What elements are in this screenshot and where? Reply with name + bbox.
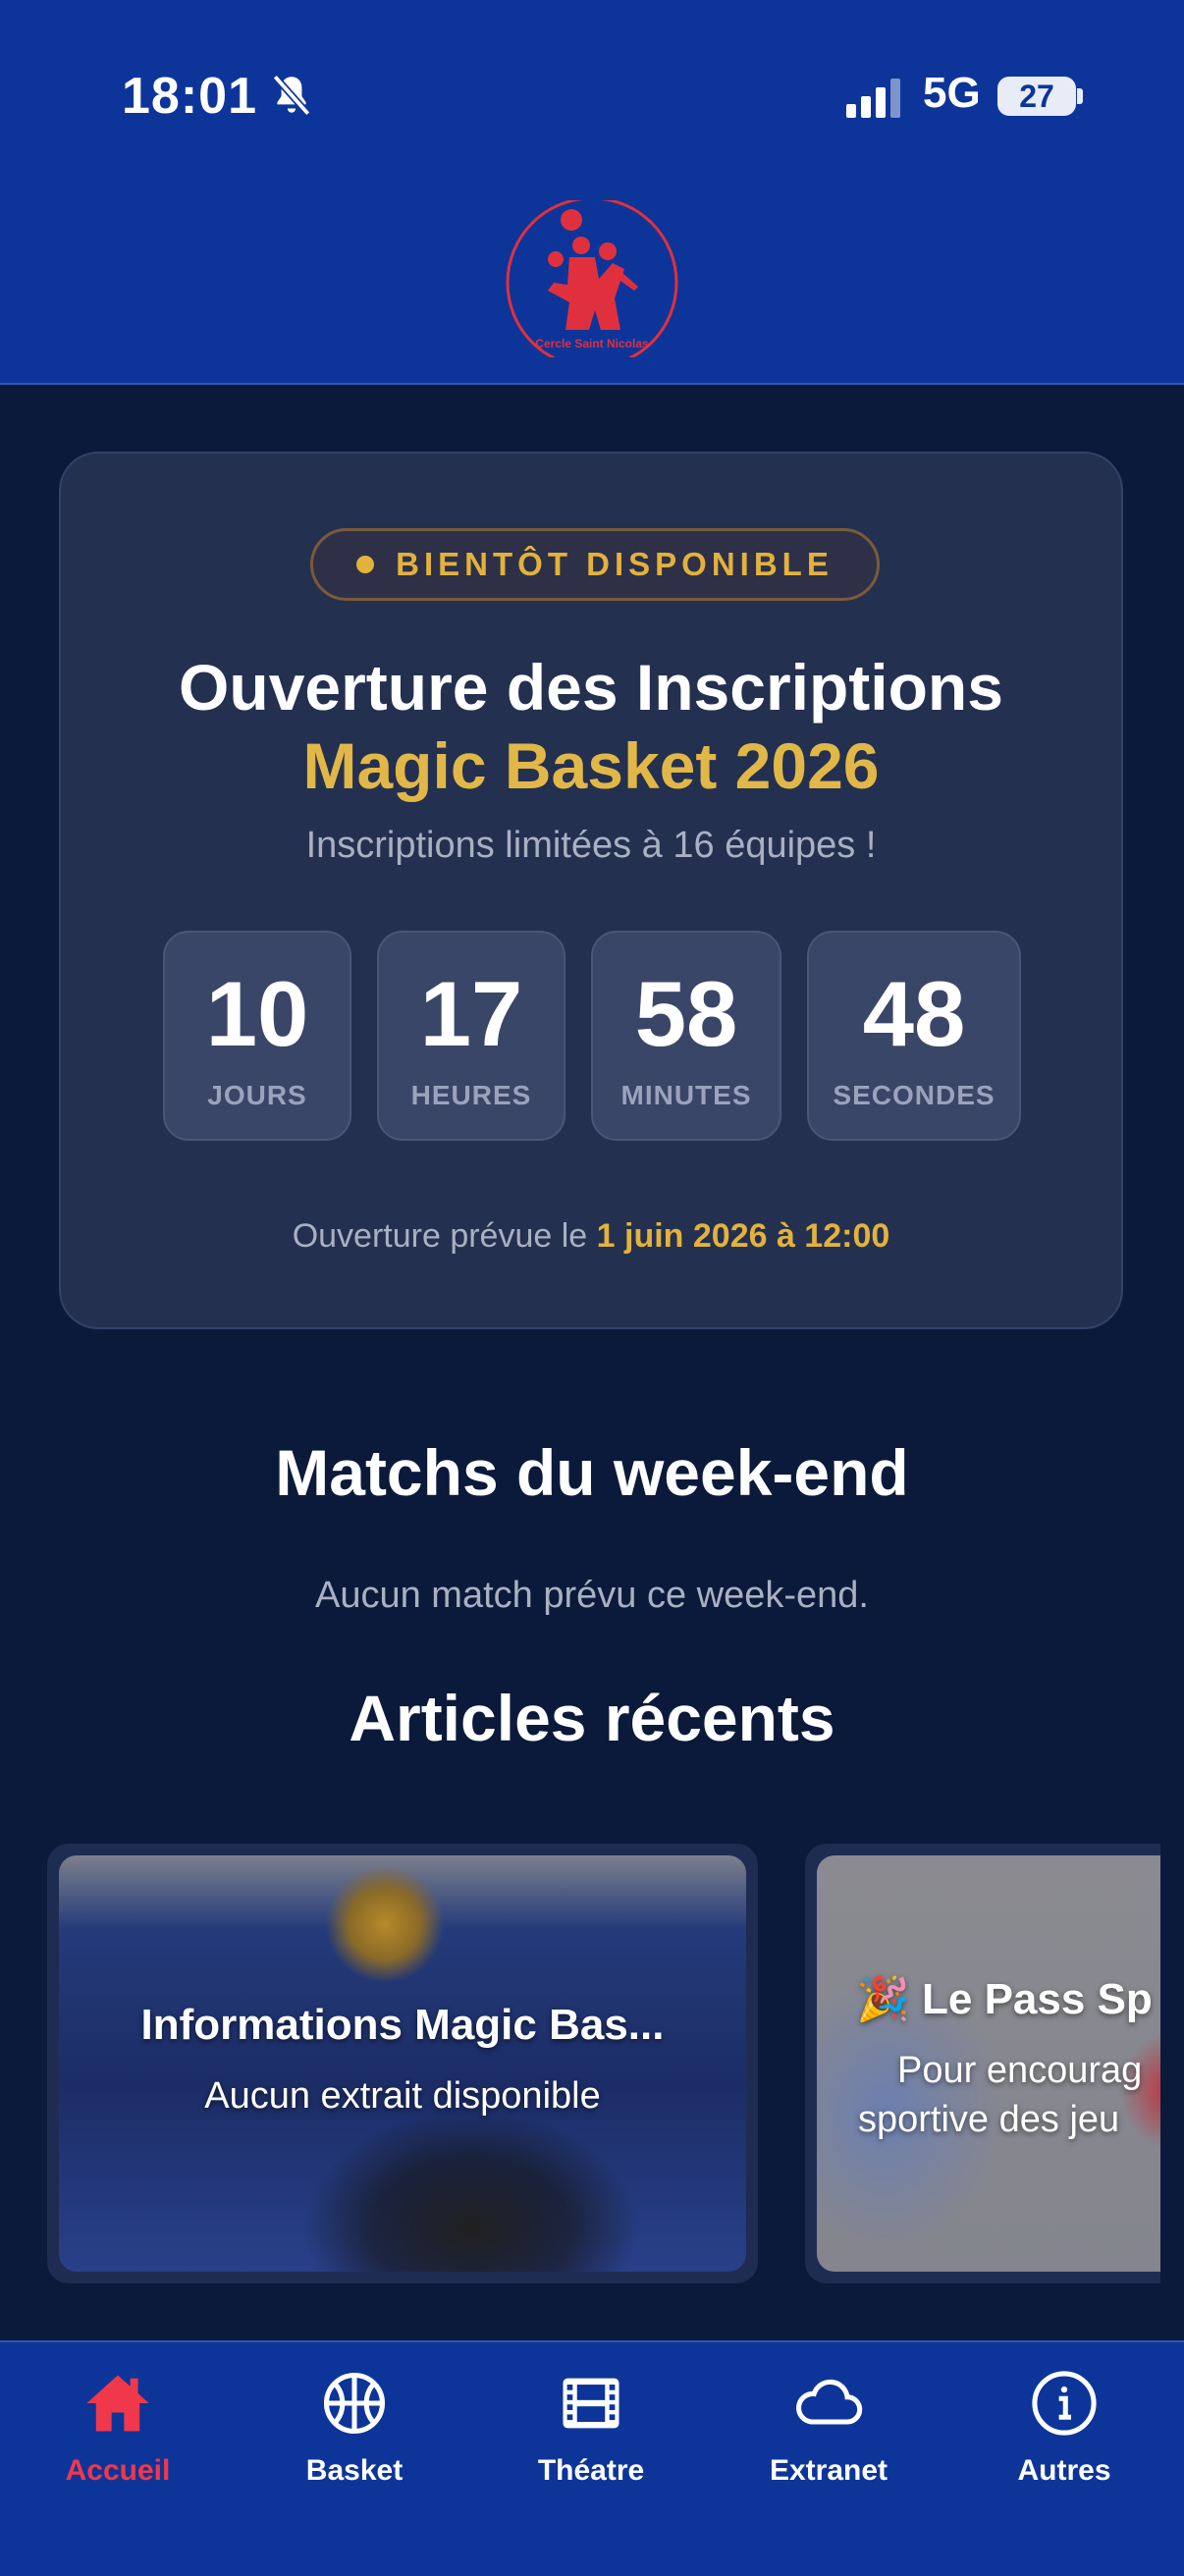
card-title: Ouverture des Inscriptions bbox=[179, 651, 1003, 724]
badge-dot bbox=[356, 556, 375, 573]
countdown-hours: 17 HEURES bbox=[377, 931, 565, 1141]
article-card[interactable]: 🎉 Le Pass Sp Pour encourag sportive des … bbox=[805, 1844, 1160, 2283]
info-icon bbox=[1032, 2371, 1097, 2436]
logo-text: Cercle Saint Nicolas bbox=[535, 337, 649, 350]
nav-label: Théatre bbox=[537, 2454, 645, 2487]
club-logo: Cercle Saint Nicolas bbox=[506, 200, 678, 357]
article-title: Informations Magic Bas... bbox=[140, 2001, 665, 2049]
countdown-unit: SECONDES bbox=[833, 1080, 996, 1110]
nav-label: Basket bbox=[305, 2454, 404, 2487]
countdown-unit: JOURS bbox=[207, 1080, 307, 1110]
countdown-unit: MINUTES bbox=[620, 1080, 752, 1110]
countdown-value: 48 bbox=[862, 962, 966, 1065]
nav-label: Accueil bbox=[65, 2454, 171, 2487]
article-excerpt: Aucun extrait disponible bbox=[204, 2075, 601, 2117]
battery-icon: 27 bbox=[997, 77, 1076, 116]
article-excerpt-line: Pour encourag bbox=[897, 2050, 1143, 2091]
opening-date: Ouverture prévue le 1 juin 2026 à 12:00 bbox=[61, 1217, 1121, 1256]
article-excerpt-line: sportive des jeu bbox=[858, 2099, 1120, 2140]
signal-icon bbox=[846, 79, 900, 118]
cloud-icon bbox=[796, 2379, 863, 2425]
nav-label: Extranet bbox=[769, 2454, 888, 2487]
countdown-days: 10 JOURS bbox=[163, 931, 351, 1141]
registration-countdown-card: BIENTÔT DISPONIBLE Ouverture des Inscrip… bbox=[59, 452, 1123, 1329]
nav-tab-basket[interactable]: Basket bbox=[256, 2366, 453, 2488]
status-badge: BIENTÔT DISPONIBLE bbox=[310, 528, 880, 601]
article-title: 🎉 Le Pass Sp bbox=[856, 1975, 1153, 2023]
countdown-value: 10 bbox=[205, 962, 309, 1065]
nav-tab-accueil[interactable]: Accueil bbox=[20, 2366, 216, 2488]
app-header: 18:01 5G 27 Cercle Saint Nicolas bbox=[0, 0, 1184, 385]
home-icon bbox=[86, 2375, 149, 2432]
opening-date-value: 1 juin 2026 à 12:00 bbox=[596, 1217, 890, 1255]
nav-tab-extranet[interactable]: Extranet bbox=[730, 2366, 927, 2488]
countdown-value: 58 bbox=[634, 962, 738, 1065]
network-label: 5G bbox=[923, 69, 981, 117]
battery-level: 27 bbox=[1019, 79, 1054, 114]
countdown-value: 17 bbox=[419, 962, 523, 1065]
countdown-unit: HEURES bbox=[410, 1080, 532, 1110]
opening-date-prefix: Ouverture prévue le bbox=[292, 1217, 597, 1255]
articles-section-title: Articles récents bbox=[349, 1682, 835, 1754]
film-icon bbox=[563, 2378, 619, 2429]
card-description: Inscriptions limitées à 16 équipes ! bbox=[305, 825, 877, 866]
nav-tab-autres[interactable]: Autres bbox=[966, 2366, 1162, 2488]
status-time: 18:01 bbox=[122, 68, 257, 125]
bottom-navigation: Accueil Basket Théatre Extranet Autres bbox=[0, 2340, 1184, 2576]
article-excerpt: Pour encourag sportive des jeu bbox=[858, 2046, 1160, 2144]
countdown-minutes: 58 MINUTES bbox=[591, 931, 781, 1141]
countdown-seconds: 48 SECONDES bbox=[807, 931, 1021, 1141]
basketball-icon bbox=[323, 2372, 386, 2435]
battery-tip bbox=[1077, 88, 1083, 104]
nav-label: Autres bbox=[1017, 2454, 1111, 2487]
matches-empty-text: Aucun match prévu ce week-end. bbox=[315, 1575, 869, 1616]
badge-label: BIENTÔT DISPONIBLE bbox=[396, 546, 834, 582]
article-image bbox=[59, 1855, 746, 2272]
nav-tab-theatre[interactable]: Théatre bbox=[493, 2366, 689, 2488]
bell-off-icon bbox=[272, 74, 311, 117]
card-subtitle: Magic Basket 2026 bbox=[302, 729, 880, 802]
article-card[interactable]: Informations Magic Bas... Aucun extrait … bbox=[47, 1844, 758, 2283]
matches-section-title: Matchs du week-end bbox=[275, 1436, 909, 1509]
